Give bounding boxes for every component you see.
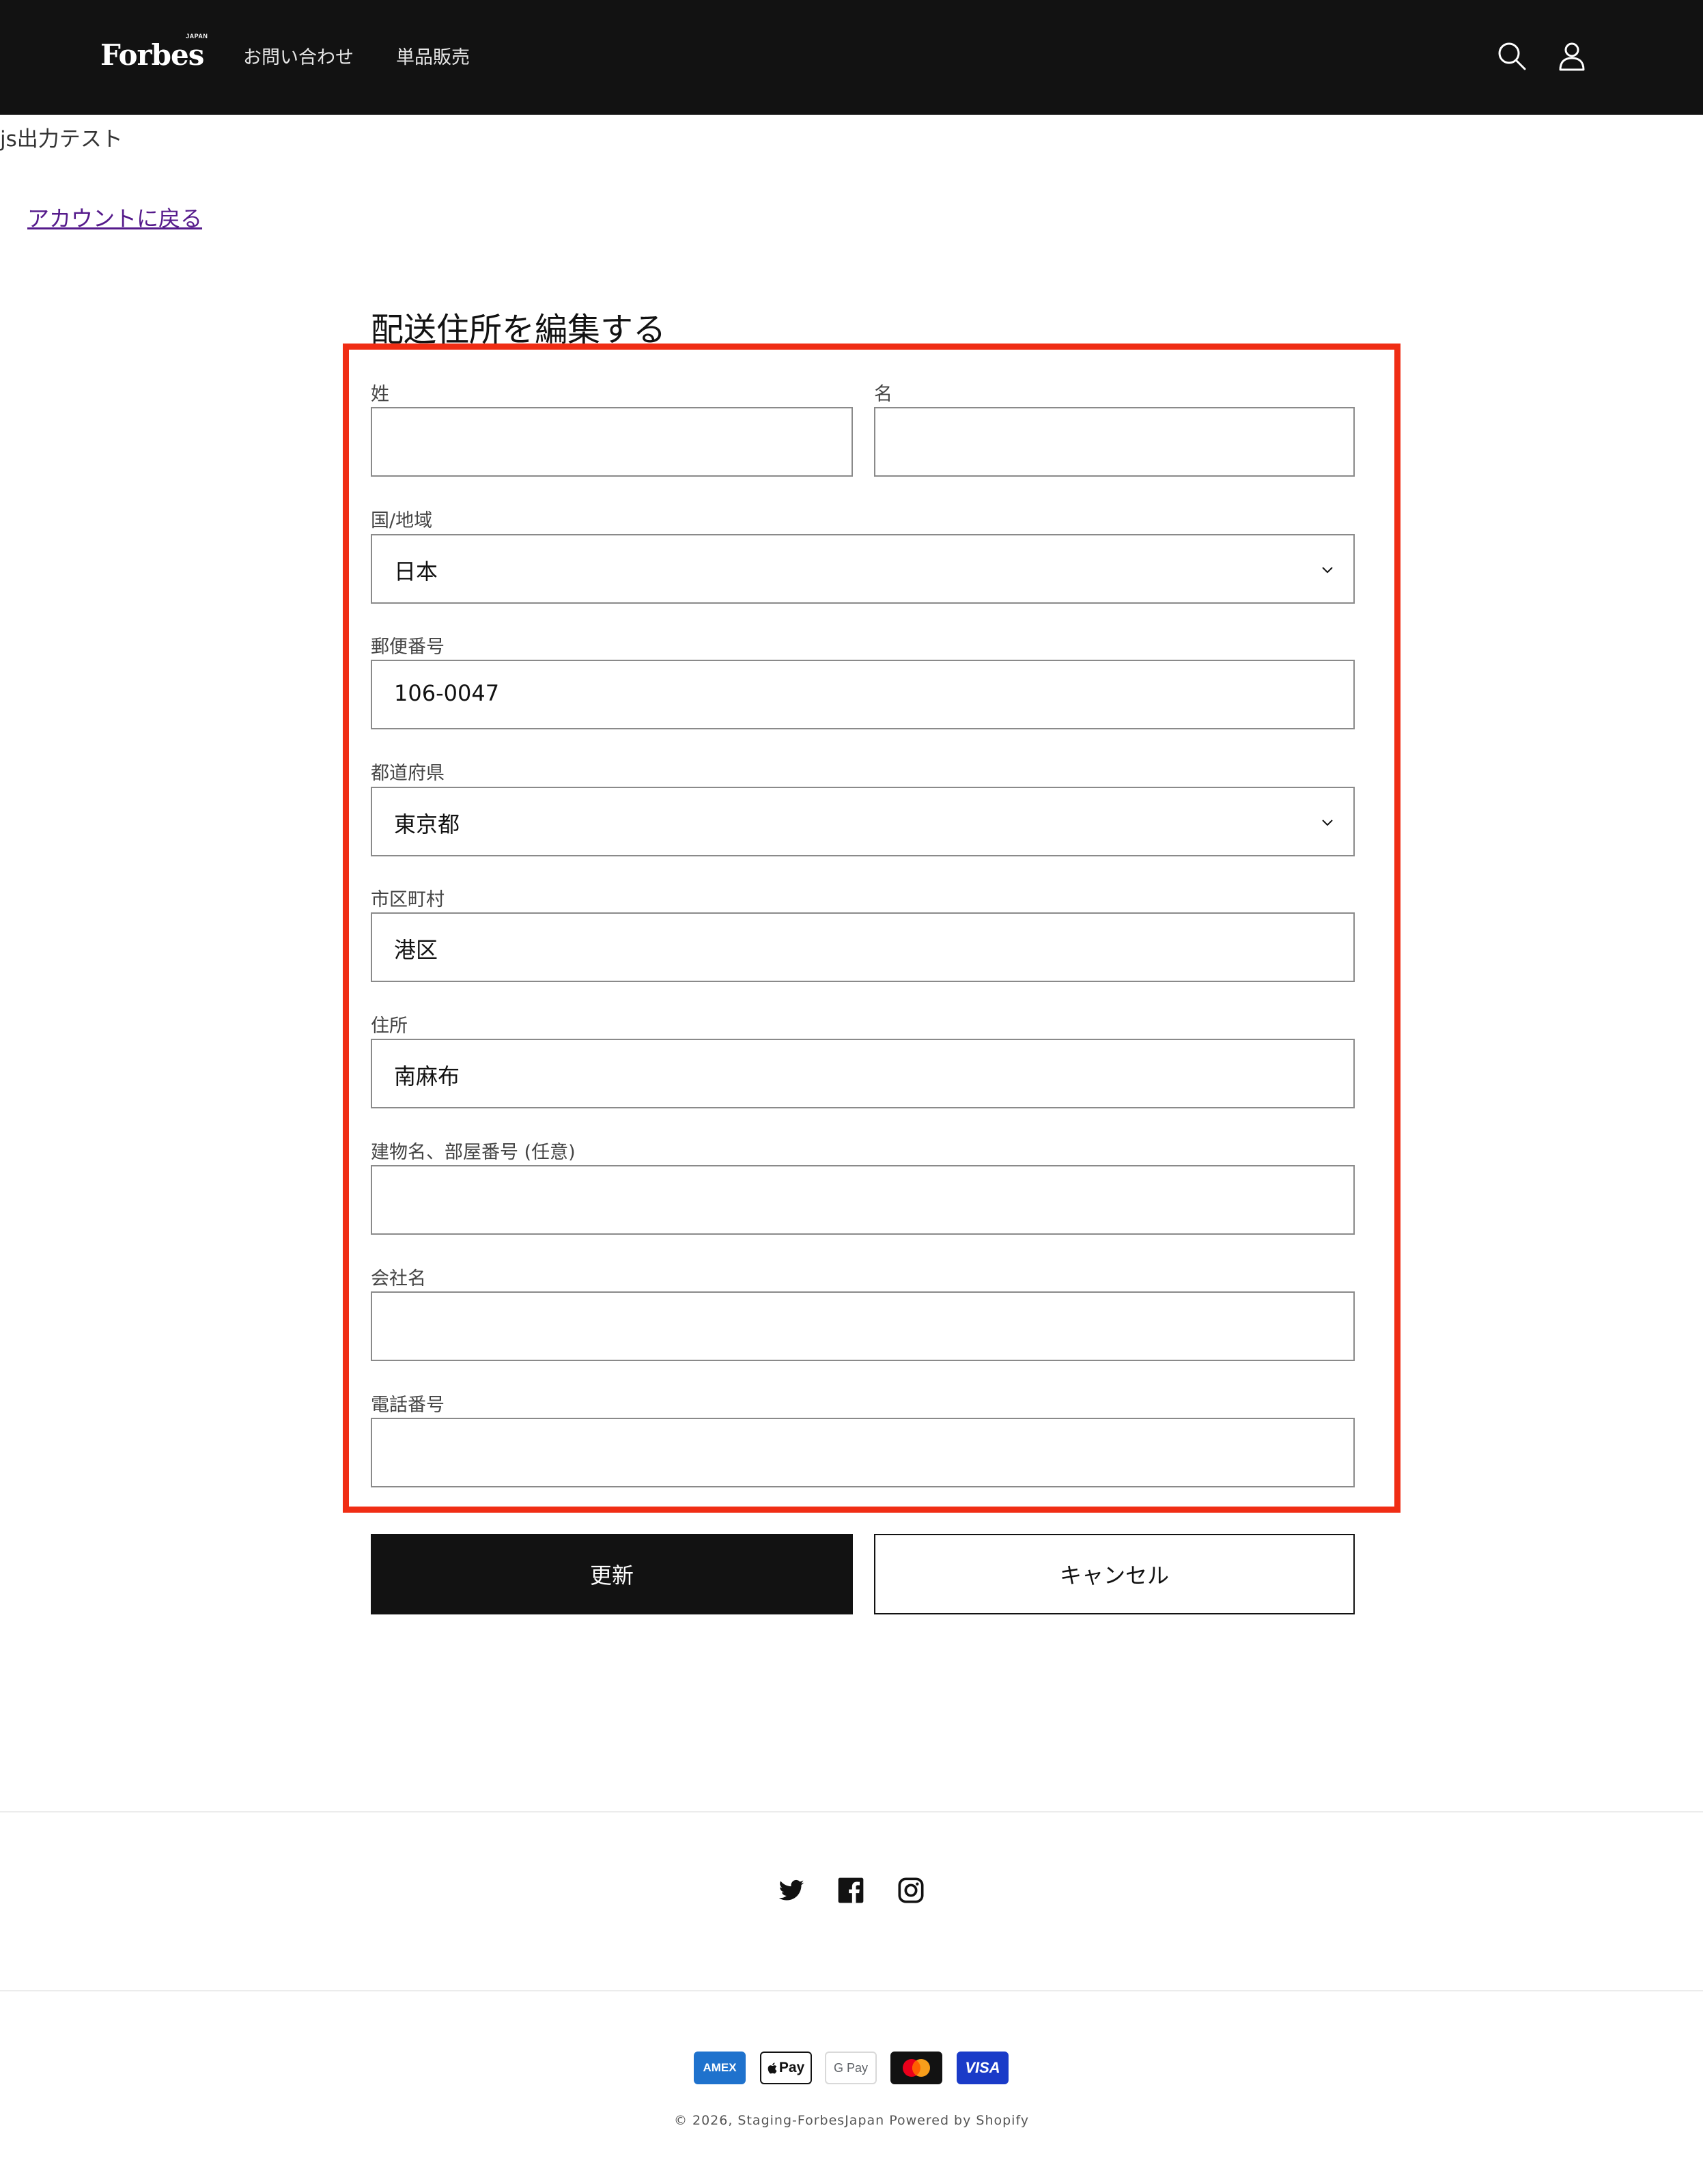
logo-text: Forbes bbox=[100, 38, 204, 72]
facebook-icon[interactable] bbox=[837, 1877, 864, 1904]
back-to-account-link[interactable]: アカウントに戻る bbox=[27, 201, 202, 233]
apple-pay-text: Pay bbox=[778, 2060, 805, 2075]
postal-code-input[interactable]: 106-0047 bbox=[371, 660, 1355, 729]
cancel-button[interactable]: キャンセル bbox=[874, 1534, 1355, 1614]
country-select[interactable]: 日本 bbox=[371, 534, 1355, 604]
city-label: 市区町村 bbox=[371, 889, 445, 910]
update-button[interactable]: 更新 bbox=[371, 1534, 853, 1614]
country-value: 日本 bbox=[394, 559, 438, 585]
search-icon[interactable] bbox=[1495, 40, 1528, 72]
mastercard-circles bbox=[903, 2059, 930, 2077]
footer-divider bbox=[0, 1811, 1703, 1812]
first-name-label: 名 bbox=[874, 384, 892, 405]
amex-text: AMEX bbox=[703, 2061, 737, 2074]
city-input[interactable]: 港区 bbox=[371, 912, 1355, 982]
debug-text: js出力テスト bbox=[0, 127, 123, 152]
nav-link-contact[interactable]: お問い合わせ bbox=[243, 42, 354, 69]
last-name-label: 姓 bbox=[371, 384, 389, 405]
nav-link-single-sales[interactable]: 単品販売 bbox=[396, 42, 470, 69]
forbes-japan-logo[interactable]: Forbes JAPAN bbox=[100, 33, 208, 72]
google-pay-text: G Pay bbox=[833, 2060, 869, 2075]
google-pay-icon: G Pay bbox=[825, 2052, 877, 2084]
country-label: 国/地域 bbox=[371, 510, 433, 531]
visa-text: VISA bbox=[965, 2059, 1000, 2076]
phone-input[interactable] bbox=[371, 1418, 1355, 1487]
instagram-icon[interactable] bbox=[897, 1877, 925, 1904]
address-value: 南麻布 bbox=[394, 1063, 460, 1089]
prefecture-label: 都道府県 bbox=[371, 763, 445, 784]
company-label: 会社名 bbox=[371, 1268, 426, 1289]
site-header: Forbes JAPAN お問い合わせ 単品販売 bbox=[0, 0, 1703, 115]
apple-icon bbox=[768, 2062, 777, 2073]
chevron-down-icon bbox=[1322, 820, 1333, 826]
logo-sup: JAPAN bbox=[186, 33, 208, 40]
postal-code-label: 郵便番号 bbox=[371, 636, 445, 658]
company-input[interactable] bbox=[371, 1291, 1355, 1361]
amex-icon: AMEX bbox=[694, 2052, 746, 2084]
account-icon[interactable] bbox=[1556, 40, 1588, 72]
phone-label: 電話番号 bbox=[371, 1395, 445, 1416]
building-label: 建物名、部屋番号 (任意) bbox=[371, 1142, 576, 1163]
prefecture-value: 東京都 bbox=[394, 811, 460, 837]
visa-icon: VISA bbox=[957, 2052, 1009, 2084]
postal-code-value: 106-0047 bbox=[394, 680, 500, 706]
chevron-down-icon bbox=[1322, 567, 1333, 574]
first-name-input[interactable] bbox=[874, 407, 1355, 477]
prefecture-select[interactable]: 東京都 bbox=[371, 787, 1355, 856]
last-name-input[interactable] bbox=[371, 407, 853, 477]
mastercard-icon bbox=[890, 2052, 942, 2084]
building-input[interactable] bbox=[371, 1165, 1355, 1235]
city-value: 港区 bbox=[394, 937, 438, 963]
address-input[interactable]: 南麻布 bbox=[371, 1039, 1355, 1108]
twitter-icon[interactable] bbox=[778, 1877, 805, 1904]
copyright-text: © 2026, Staging-ForbesJapan Powered by S… bbox=[673, 2113, 1030, 2128]
footer-divider-bottom bbox=[0, 1990, 1703, 1991]
apple-pay-icon: Pay bbox=[760, 2052, 812, 2084]
address-label: 住所 bbox=[371, 1016, 408, 1037]
